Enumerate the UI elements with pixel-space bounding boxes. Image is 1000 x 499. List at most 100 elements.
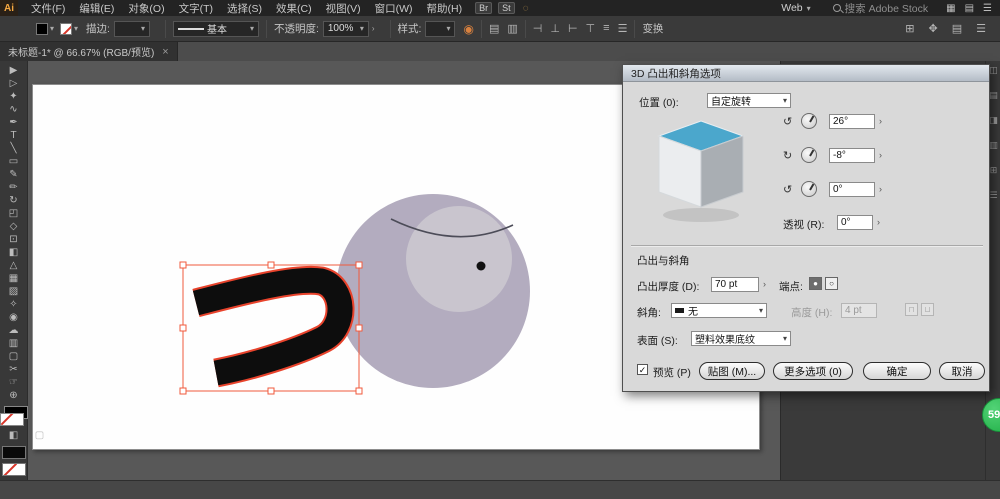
none-color-swatch[interactable]	[1, 463, 26, 476]
align-right-icon[interactable]: ⊢	[568, 22, 578, 35]
hand-tool[interactable]: ☞	[2, 376, 26, 389]
chevron-down-icon[interactable]: ▾	[74, 24, 78, 33]
close-tab-icon[interactable]: ×	[162, 46, 168, 58]
menu-item[interactable]: 对象(O)	[121, 1, 171, 16]
eye-dot[interactable]	[476, 261, 486, 271]
document-setup-icon[interactable]: ▤	[489, 22, 499, 35]
pencil-tool[interactable]: ✏	[2, 181, 26, 194]
face-circle[interactable]	[406, 206, 512, 312]
opacity-select[interactable]: 100% ▾	[322, 20, 369, 37]
stock-button[interactable]: St	[498, 2, 515, 14]
lasso-tool[interactable]: ∿	[2, 103, 26, 116]
rotate-z-field[interactable]: 0°	[829, 182, 875, 197]
rotate-x-spinner-icon[interactable]: ›	[879, 116, 882, 126]
rotate-x-knob[interactable]	[801, 113, 817, 129]
move-icon[interactable]: ✥	[929, 22, 938, 35]
distribute-icon[interactable]: ≡	[603, 22, 609, 35]
menu-item[interactable]: 效果(C)	[269, 1, 319, 16]
pen-tool[interactable]: ✒	[2, 116, 26, 129]
type-tool[interactable]: T	[2, 129, 26, 142]
transform-label[interactable]: 变换	[642, 21, 663, 36]
align-top-icon[interactable]: ⊤	[586, 22, 596, 35]
collapsed-panel-icon[interactable]: ▤	[989, 90, 998, 101]
collapsed-panel-icon[interactable]: ▥	[989, 140, 998, 151]
collapsed-panel-icon[interactable]: ⊞	[990, 165, 998, 176]
grid-view-icon[interactable]: ▦	[946, 3, 955, 14]
cap-hollow-button[interactable]: ○	[825, 277, 838, 290]
surface-select[interactable]: 塑料效果底纹 ▾	[691, 331, 791, 346]
stock-search[interactable]: 搜索 Adobe Stock	[832, 1, 928, 16]
drawing-mode-swatch[interactable]	[1, 446, 26, 459]
cap-solid-button[interactable]: ●	[809, 277, 822, 290]
stroke-color-swatch[interactable]	[60, 22, 73, 35]
artboard-tool[interactable]: ▢	[2, 350, 26, 363]
rotate-y-knob[interactable]	[801, 147, 817, 163]
gradient-button[interactable]: ◧	[2, 429, 26, 442]
menu-item[interactable]: 编辑(E)	[72, 1, 121, 16]
ok-button[interactable]: 确定	[863, 362, 931, 380]
rotate-z-spinner-icon[interactable]: ›	[879, 184, 882, 194]
paintbrush-tool[interactable]: ✎	[2, 168, 26, 181]
stroke-weight-select[interactable]: ▾	[113, 20, 150, 37]
map-art-button[interactable]: 贴图 (M)...	[699, 362, 765, 380]
align-center-icon[interactable]: ⊥	[550, 22, 560, 35]
chevron-down-icon[interactable]: ▾	[50, 24, 54, 33]
menu-item[interactable]: 帮助(H)	[420, 1, 470, 16]
cube-preview[interactable]	[651, 115, 751, 227]
slice-tool[interactable]: ✂	[2, 363, 26, 376]
arrange-icon[interactable]: ⊞	[905, 22, 914, 35]
document-tab[interactable]: 未标题-1* @ 66.67% (RGB/预览) ×	[0, 42, 178, 61]
stroke-proxy-swatch[interactable]	[0, 413, 24, 426]
collapsed-panel-icon[interactable]: ◫	[989, 65, 998, 76]
more-options-button[interactable]: 更多选项 (0)	[773, 362, 853, 380]
rotate-z-knob[interactable]	[801, 181, 817, 197]
menu-item[interactable]: 文件(F)	[24, 1, 72, 16]
line-segment-tool[interactable]: ╲	[2, 142, 26, 155]
mesh-tool[interactable]: ▦	[2, 272, 26, 285]
align-left-icon[interactable]: ⊣	[533, 22, 543, 35]
dialog-title[interactable]: 3D 凸出和斜角选项	[623, 65, 989, 82]
perspective-spinner-icon[interactable]: ›	[877, 217, 880, 227]
panel-options-icon[interactable]: ▤	[952, 22, 962, 35]
bridge-button[interactable]: Br	[475, 2, 493, 14]
collapsed-panel-icon[interactable]: ◨	[989, 115, 998, 126]
fill-color-swatch[interactable]	[36, 22, 48, 35]
rotate-y-spinner-icon[interactable]: ›	[879, 150, 882, 160]
position-select[interactable]: 自定旋转 ▾	[707, 93, 791, 108]
symbol-sprayer-tool[interactable]: ☁	[2, 324, 26, 337]
free-transform-tool[interactable]: ⊡	[2, 233, 26, 246]
depth-spinner-icon[interactable]: ›	[763, 279, 766, 289]
menu-icon[interactable]: ☰	[983, 3, 992, 14]
eyedropper-tool[interactable]: ✧	[2, 298, 26, 311]
width-tool[interactable]: ◇	[2, 220, 26, 233]
magic-wand-tool[interactable]: ✦	[2, 90, 26, 103]
submenu-arrow-icon[interactable]: ›	[372, 24, 375, 33]
recolor-artwork-icon[interactable]: ◉	[463, 22, 473, 36]
cancel-button[interactable]: 取消	[939, 362, 985, 380]
rectangle-tool[interactable]: ▭	[2, 155, 26, 168]
column-graph-tool[interactable]: ▥	[2, 337, 26, 350]
panel-layout-icon[interactable]: ▤	[965, 3, 974, 14]
fill-stroke-indicator[interactable]	[0, 406, 28, 426]
style-select[interactable]: ▾	[425, 20, 456, 37]
depth-field[interactable]: 70 pt	[711, 277, 759, 292]
preview-checkbox[interactable]: ✓	[637, 364, 648, 375]
rotate-x-field[interactable]: 26°	[829, 114, 875, 129]
menu-item[interactable]: 窗口(W)	[368, 1, 420, 16]
shape-builder-tool[interactable]: ◧	[2, 246, 26, 259]
zoom-tool[interactable]: ⊕	[2, 389, 26, 402]
collapsed-panel-icon[interactable]: ☰	[989, 190, 997, 201]
rotate-y-field[interactable]: -8°	[829, 148, 875, 163]
selection-tool[interactable]: ▶	[2, 64, 26, 77]
menu-item[interactable]: 文字(T)	[172, 1, 220, 16]
blend-tool[interactable]: ◉	[2, 311, 26, 324]
align-more-icon[interactable]: ☰	[618, 22, 628, 35]
workspace-switcher[interactable]: Web ▾	[781, 2, 810, 14]
bevel-select[interactable]: 无 ▾	[671, 303, 767, 318]
perspective-grid-tool[interactable]: △	[2, 259, 26, 272]
preferences-icon[interactable]: ▥	[507, 22, 517, 35]
brush-definition-select[interactable]: 基本 ▾	[172, 20, 259, 37]
workspace-menu-icon[interactable]: ☰	[976, 22, 986, 35]
menu-item[interactable]: 视图(V)	[319, 1, 368, 16]
none-button[interactable]: ▢	[28, 429, 52, 442]
